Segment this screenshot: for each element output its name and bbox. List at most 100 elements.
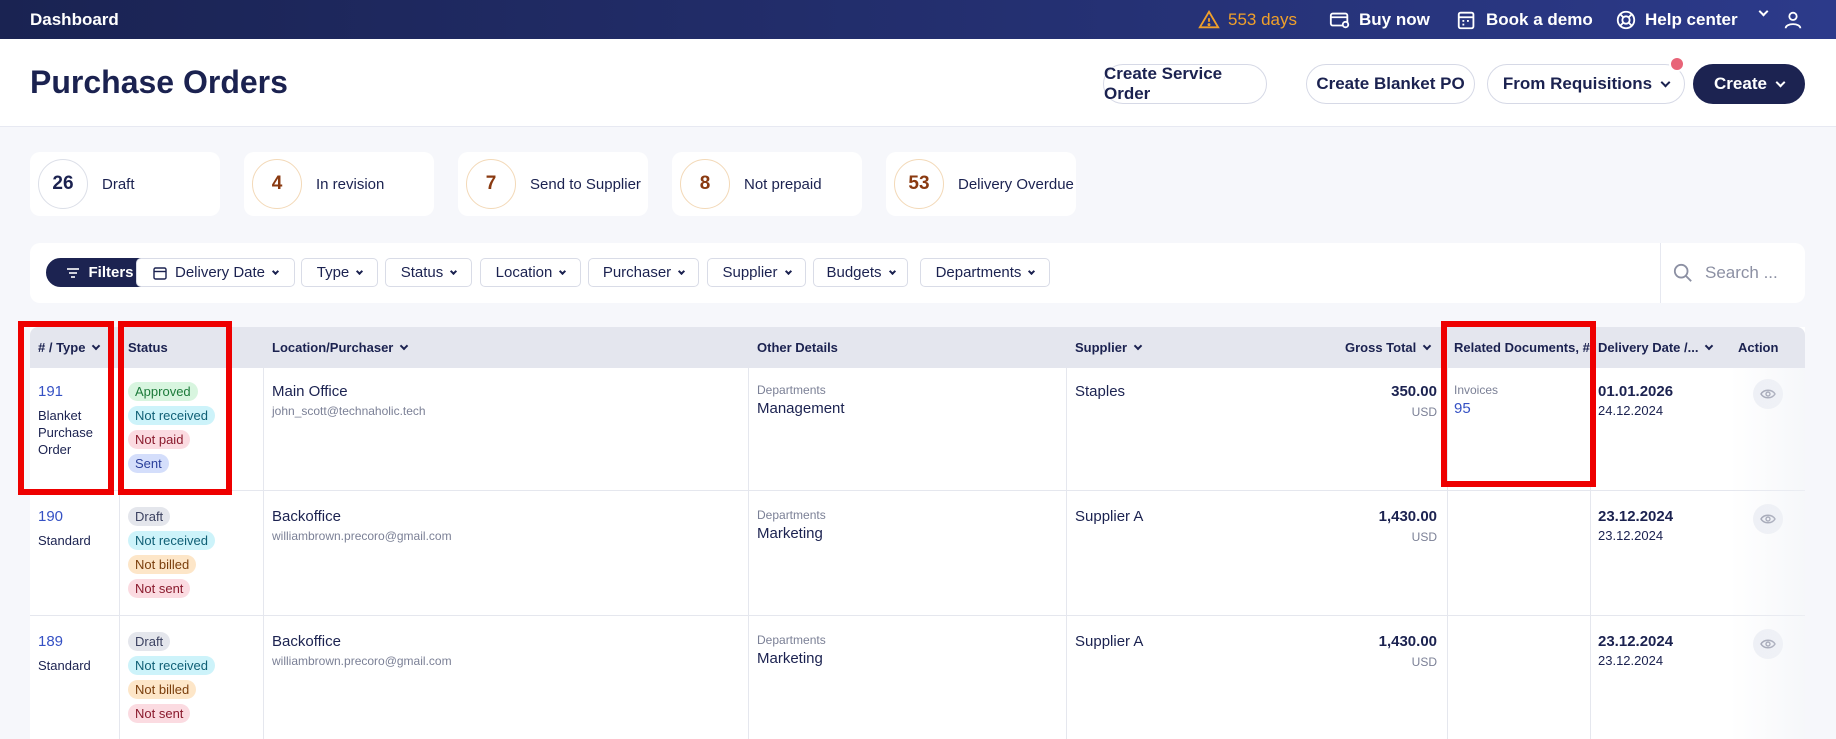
filter-supplier[interactable]: Supplier xyxy=(707,258,806,287)
book-demo-button[interactable]: Book a demo xyxy=(1456,9,1593,31)
chevron-down-icon xyxy=(1775,77,1786,87)
page-title: Purchase Orders xyxy=(30,64,288,100)
summary-card-send-to-supplier[interactable]: 7 Send to Supplier xyxy=(458,152,648,216)
status-badge: Draft xyxy=(128,632,171,651)
row-divider xyxy=(30,490,1805,491)
chevron-down-icon xyxy=(400,341,409,351)
search-icon xyxy=(1673,263,1692,282)
buy-now-label: Buy now xyxy=(1359,10,1430,29)
supplier-name: Staples xyxy=(1075,383,1126,400)
details-value: Management xyxy=(757,400,845,417)
buy-now-button[interactable]: Buy now xyxy=(1329,9,1430,31)
summary-label: Delivery Overdue xyxy=(958,175,1074,193)
location: Backoffice xyxy=(272,508,341,525)
gross-total: 1,430.00 xyxy=(1378,508,1437,525)
trial-days-indicator[interactable]: 553 days xyxy=(1198,9,1297,31)
details-value: Marketing xyxy=(757,525,823,542)
column-header-other-details[interactable]: Other Details xyxy=(757,340,838,355)
created-date: 24.12.2024 xyxy=(1598,403,1664,418)
search-input[interactable] xyxy=(1705,263,1805,283)
order-type: Standard xyxy=(38,533,91,548)
chevron-down-icon xyxy=(559,267,567,275)
filter-label: Budgets xyxy=(826,264,882,281)
filter-label: Location xyxy=(495,264,553,281)
summary-card-draft[interactable]: 26 Draft xyxy=(30,152,220,216)
highlight-box-related-documents xyxy=(1441,321,1596,487)
created-date: 23.12.2024 xyxy=(1598,528,1664,543)
order-number-link[interactable]: 189 xyxy=(38,633,63,650)
column-header-supplier[interactable]: Supplier xyxy=(1075,340,1143,355)
status-badge: Not received xyxy=(128,656,215,675)
user-avatar-button[interactable] xyxy=(1782,9,1804,31)
top-navigation-bar: Dashboard 553 days Buy now Book a demo H… xyxy=(0,0,1836,39)
row-divider xyxy=(30,615,1805,616)
status-badge: Not sent xyxy=(128,704,191,723)
filter-budgets[interactable]: Budgets xyxy=(813,258,908,287)
chevron-down-icon xyxy=(1705,341,1714,351)
create-blanket-po-button[interactable]: Create Blanket PO xyxy=(1306,64,1475,104)
user-menu-toggle[interactable] xyxy=(1758,6,1769,17)
supplier-name: Supplier A xyxy=(1075,633,1144,650)
create-label: Create xyxy=(1714,74,1767,93)
chevron-down-icon xyxy=(1028,267,1036,275)
column-divider xyxy=(748,368,749,739)
trial-days-text: 553 days xyxy=(1228,10,1297,29)
column-header-location-purchaser[interactable]: Location/Purchaser xyxy=(272,340,409,355)
create-service-order-button[interactable]: Create Service Order xyxy=(1103,64,1267,104)
purchaser-email: williambrown.precoro@gmail.com xyxy=(272,529,452,543)
action-column-shade xyxy=(1730,368,1805,739)
column-header-action: Action xyxy=(1738,340,1778,355)
calendar-icon xyxy=(153,266,167,280)
column-header-delivery-date[interactable]: Delivery Date /... xyxy=(1598,340,1714,355)
filter-location[interactable]: Location xyxy=(480,258,581,287)
filter-delivery-date[interactable]: Delivery Date xyxy=(136,258,295,287)
status-badge: Not billed xyxy=(128,680,197,699)
summary-count: 4 xyxy=(252,159,302,209)
help-center-button[interactable]: Help center xyxy=(1615,9,1738,31)
currency: USD xyxy=(1411,655,1437,669)
purchaser-email: john_scott@technaholic.tech xyxy=(272,404,426,418)
column-header-gross-total[interactable]: Gross Total xyxy=(1345,340,1432,355)
column-divider xyxy=(263,368,264,739)
chevron-down-icon xyxy=(1133,341,1143,351)
dashboard-link[interactable]: Dashboard xyxy=(30,10,119,30)
filter-type[interactable]: Type xyxy=(301,258,378,287)
gross-total: 350.00 xyxy=(1391,383,1437,400)
chevron-down-icon xyxy=(888,267,896,275)
summary-label: Not prepaid xyxy=(744,175,822,193)
chevron-down-icon xyxy=(1423,341,1432,351)
order-number-link[interactable]: 190 xyxy=(38,508,63,525)
summary-card-delivery-overdue[interactable]: 53 Delivery Overdue xyxy=(886,152,1076,216)
filter-purchaser[interactable]: Purchaser xyxy=(588,258,699,287)
summary-count: 7 xyxy=(466,159,516,209)
highlight-box-status xyxy=(118,321,232,495)
filter-departments[interactable]: Departments xyxy=(920,258,1050,287)
order-type: Standard xyxy=(38,658,91,673)
status-badge: Not sent xyxy=(128,579,191,598)
currency: USD xyxy=(1411,405,1437,419)
chevron-down-icon xyxy=(678,267,686,275)
chevron-down-icon xyxy=(1660,77,1671,87)
currency: USD xyxy=(1411,530,1437,544)
chevron-down-icon xyxy=(784,267,792,275)
summary-card-not-prepaid[interactable]: 8 Not prepaid xyxy=(672,152,862,216)
create-button[interactable]: Create xyxy=(1693,64,1805,104)
location: Backoffice xyxy=(272,633,341,650)
book-demo-label: Book a demo xyxy=(1486,10,1593,29)
created-date: 23.12.2024 xyxy=(1598,653,1664,668)
notification-dot xyxy=(1669,56,1685,72)
filter-label: Departments xyxy=(935,264,1022,281)
column-divider xyxy=(1066,368,1067,739)
status-badge: Draft xyxy=(128,507,171,526)
highlight-box-number-type xyxy=(18,321,114,495)
delivery-date: 23.12.2024 xyxy=(1598,633,1674,650)
summary-card-in-revision[interactable]: 4 In revision xyxy=(244,152,434,216)
filter-label: Type xyxy=(316,264,350,281)
purchaser-email: williambrown.precoro@gmail.com xyxy=(272,654,452,668)
from-requisitions-button[interactable]: From Requisitions xyxy=(1487,64,1685,104)
filter-status[interactable]: Status xyxy=(385,258,472,287)
help-center-label: Help center xyxy=(1645,10,1738,29)
from-requisitions-label: From Requisitions xyxy=(1502,74,1653,93)
details-label: Departments xyxy=(757,508,826,522)
search-box xyxy=(1660,243,1805,303)
